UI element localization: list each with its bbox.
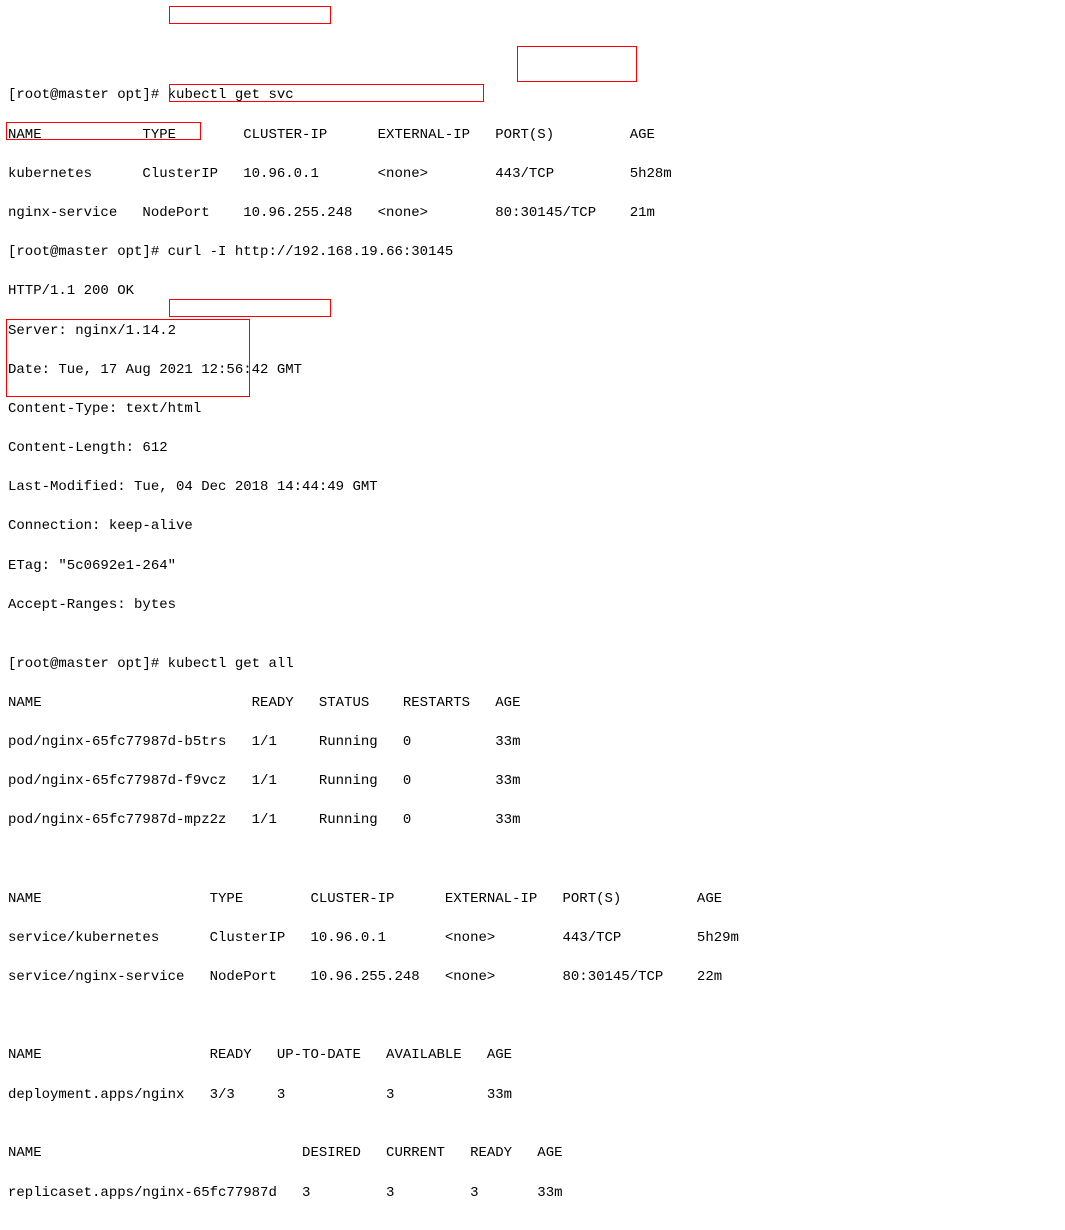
svc-row-nginx: nginx-service NodePort 10.96.255.248 <no… (8, 204, 1057, 224)
curl-content-length: Content-Length: 612 (8, 439, 1057, 459)
terminal-line-prompt1: [root@master opt]# kubectl get svc (8, 86, 1057, 106)
highlight-kubectl-get-all (169, 299, 331, 317)
pod-row-3: pod/nginx-65fc77987d-mpz2z 1/1 Running 0… (8, 811, 1057, 831)
pods-header: NAME READY STATUS RESTARTS AGE (8, 694, 1057, 714)
svc2-header: NAME TYPE CLUSTER-IP EXTERNAL-IP PORT(S)… (8, 890, 1057, 910)
prompt: [root@master opt]# (8, 244, 159, 260)
highlight-kubectl-get-svc (169, 6, 331, 24)
svc-row-kubernetes: kubernetes ClusterIP 10.96.0.1 <none> 44… (8, 165, 1057, 185)
svc2-row-nginx: service/nginx-service NodePort 10.96.255… (8, 968, 1057, 988)
highlight-port-30145 (517, 46, 637, 82)
prompt: [root@master opt]# (8, 656, 159, 672)
rs-header: NAME DESIRED CURRENT READY AGE (8, 1144, 1057, 1164)
curl-content-type: Content-Type: text/html (8, 400, 1057, 420)
terminal-line-prompt3: [root@master opt]# kubectl get all (8, 655, 1057, 675)
curl-last-modified: Last-Modified: Tue, 04 Dec 2018 14:44:49… (8, 478, 1057, 498)
command-curl: curl -I http://192.168.19.66:30145 (159, 244, 461, 260)
rs-row: replicaset.apps/nginx-65fc77987d 3 3 3 3… (8, 1184, 1057, 1204)
curl-connection: Connection: keep-alive (8, 517, 1057, 537)
curl-http-status: HTTP/1.1 200 OK (8, 282, 1057, 302)
terminal-line-prompt2: [root@master opt]# curl -I http://192.16… (8, 243, 1057, 263)
svc2-row-kubernetes: service/kubernetes ClusterIP 10.96.0.1 <… (8, 929, 1057, 949)
prompt: [root@master opt]# (8, 87, 159, 103)
curl-accept-ranges: Accept-Ranges: bytes (8, 596, 1057, 616)
curl-etag: ETag: "5c0692e1-264" (8, 557, 1057, 577)
deploy-header: NAME READY UP-TO-DATE AVAILABLE AGE (8, 1046, 1057, 1066)
command-get-all: kubectl get all (159, 656, 302, 672)
curl-date: Date: Tue, 17 Aug 2021 12:56:42 GMT (8, 361, 1057, 381)
command-get-svc: kubectl get svc (159, 87, 302, 103)
svc-header: NAME TYPE CLUSTER-IP EXTERNAL-IP PORT(S)… (8, 126, 1057, 146)
curl-server: Server: nginx/1.14.2 (8, 322, 1057, 342)
deploy-row: deployment.apps/nginx 3/3 3 3 33m (8, 1086, 1057, 1106)
pod-row-1: pod/nginx-65fc77987d-b5trs 1/1 Running 0… (8, 733, 1057, 753)
pod-row-2: pod/nginx-65fc77987d-f9vcz 1/1 Running 0… (8, 772, 1057, 792)
